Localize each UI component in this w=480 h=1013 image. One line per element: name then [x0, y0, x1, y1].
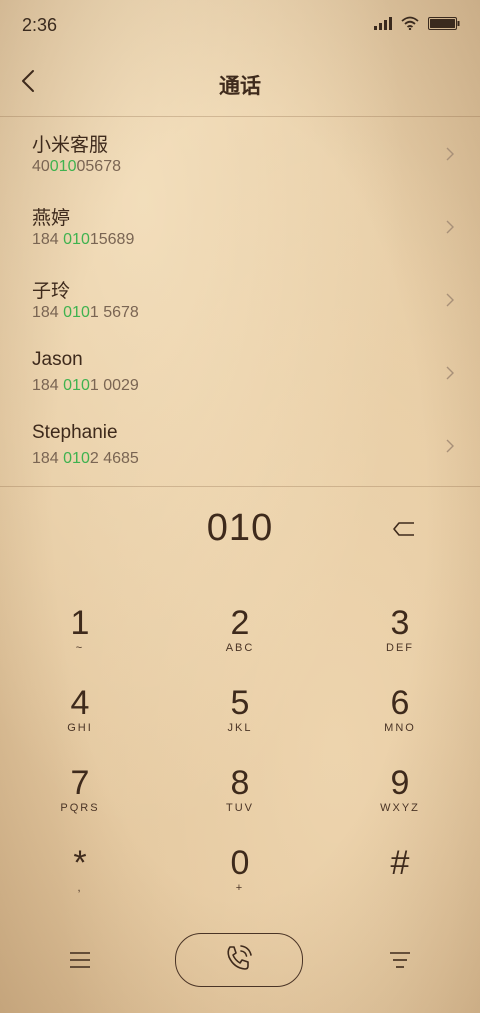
key-digit: 1	[70, 604, 90, 642]
key-letters: DEF	[386, 642, 414, 654]
key-digit: 3	[390, 604, 410, 642]
key-digit: 6	[390, 684, 410, 722]
key-8[interactable]: 8 TUV	[180, 745, 300, 823]
signal-icon	[374, 16, 392, 35]
key-digit: #	[390, 844, 410, 882]
number-match-highlight: 010	[49, 158, 77, 175]
phone-call-icon	[222, 941, 256, 980]
page-title: 通话	[219, 75, 261, 98]
key-digit: 0	[230, 844, 250, 882]
key-digit: 2	[230, 604, 250, 642]
chevron-right-icon	[446, 147, 454, 166]
key-9[interactable]: 9 WXYZ	[340, 745, 460, 823]
key-letters: ,	[77, 882, 83, 894]
contact-number: 184 0101 0029	[32, 377, 139, 394]
key-letters: GHI	[67, 722, 93, 734]
contact-name: 燕婷	[32, 208, 71, 229]
number-match-highlight: 010	[63, 450, 90, 467]
contact-result-row[interactable]: 子玲 184 0101 5678	[0, 263, 480, 336]
key-3[interactable]: 3 DEF	[340, 585, 460, 663]
number-match-highlight: 010	[63, 377, 90, 394]
header: 通话	[0, 52, 480, 114]
key-4[interactable]: 4 GHI	[20, 665, 140, 743]
menu-icon	[66, 952, 94, 977]
chevron-right-icon	[446, 366, 454, 385]
key-2[interactable]: 2 ABC	[180, 585, 300, 663]
contact-name: Stephanie	[32, 422, 118, 443]
key-letters: WXYZ	[380, 802, 420, 814]
contact-name: Jason	[32, 349, 83, 370]
dial-display: 010	[0, 488, 480, 572]
status-bar: 2:36	[0, 0, 480, 52]
contact-result-row[interactable]: 燕婷 184 01015689	[0, 190, 480, 263]
chevron-right-icon	[446, 439, 454, 458]
key-1[interactable]: 1 ~	[20, 585, 140, 663]
number-match-highlight: 010	[63, 304, 90, 321]
contact-result-row[interactable]: Stephanie 184 0102 4685	[0, 409, 480, 482]
filter-button[interactable]	[386, 947, 414, 973]
wifi-icon	[401, 16, 419, 35]
contact-result-row[interactable]: 小米客服 4001005678	[0, 117, 480, 190]
key-digit: 7	[70, 764, 90, 802]
key-digit: 9	[390, 764, 410, 802]
key-letters: ABC	[225, 642, 255, 654]
contact-number: 184 0101 5678	[32, 304, 139, 321]
results-divider	[0, 486, 480, 487]
chevron-right-icon	[446, 220, 454, 239]
backspace-button[interactable]	[390, 518, 418, 540]
contact-number: 184 01015689	[32, 231, 135, 248]
key-letters: MNO	[384, 722, 416, 734]
key-letters: JKL	[227, 722, 253, 734]
key-hash[interactable]: #	[340, 825, 460, 903]
contact-result-row[interactable]: Jason 184 0101 0029	[0, 336, 480, 409]
key-letters: TUV	[226, 802, 254, 814]
key-star[interactable]: * ,	[20, 825, 140, 903]
menu-button[interactable]	[66, 947, 94, 973]
key-digit: 4	[70, 684, 90, 722]
call-button[interactable]	[175, 933, 303, 987]
filter-icon	[386, 952, 414, 977]
key-5[interactable]: 5 JKL	[180, 665, 300, 743]
key-6[interactable]: 6 MNO	[340, 665, 460, 743]
chevron-right-icon	[446, 293, 454, 312]
key-letters: ~	[75, 642, 85, 654]
contact-results-list: 小米客服 4001005678 燕婷 184 01015689 子玲 184 0…	[0, 117, 480, 482]
key-letters: PQRS	[60, 802, 100, 814]
backspace-icon	[390, 522, 418, 544]
key-digit: 5	[230, 684, 250, 722]
status-icons	[374, 16, 460, 35]
key-digit: 8	[230, 764, 250, 802]
number-match-highlight: 010	[63, 231, 90, 248]
contact-number: 184 0102 4685	[32, 450, 139, 467]
key-letters: +	[235, 882, 245, 894]
key-7[interactable]: 7 PQRS	[20, 745, 140, 823]
key-0[interactable]: 0 +	[180, 825, 300, 903]
contact-name: 小米客服	[32, 135, 109, 156]
bottom-action-bar	[0, 930, 480, 990]
status-time: 2:36	[22, 15, 58, 35]
contact-number: 4001005678	[32, 158, 121, 175]
battery-icon	[428, 16, 460, 35]
contact-name: 子玲	[32, 281, 71, 302]
key-digit: *	[73, 844, 87, 882]
